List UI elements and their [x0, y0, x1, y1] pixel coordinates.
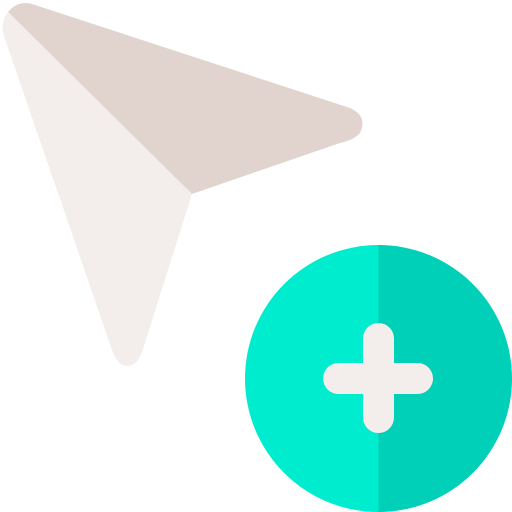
- icon-canvas: [0, 0, 512, 512]
- add-cursor-icon: [2, 3, 512, 512]
- plus-horizontal-bar: [323, 363, 433, 394]
